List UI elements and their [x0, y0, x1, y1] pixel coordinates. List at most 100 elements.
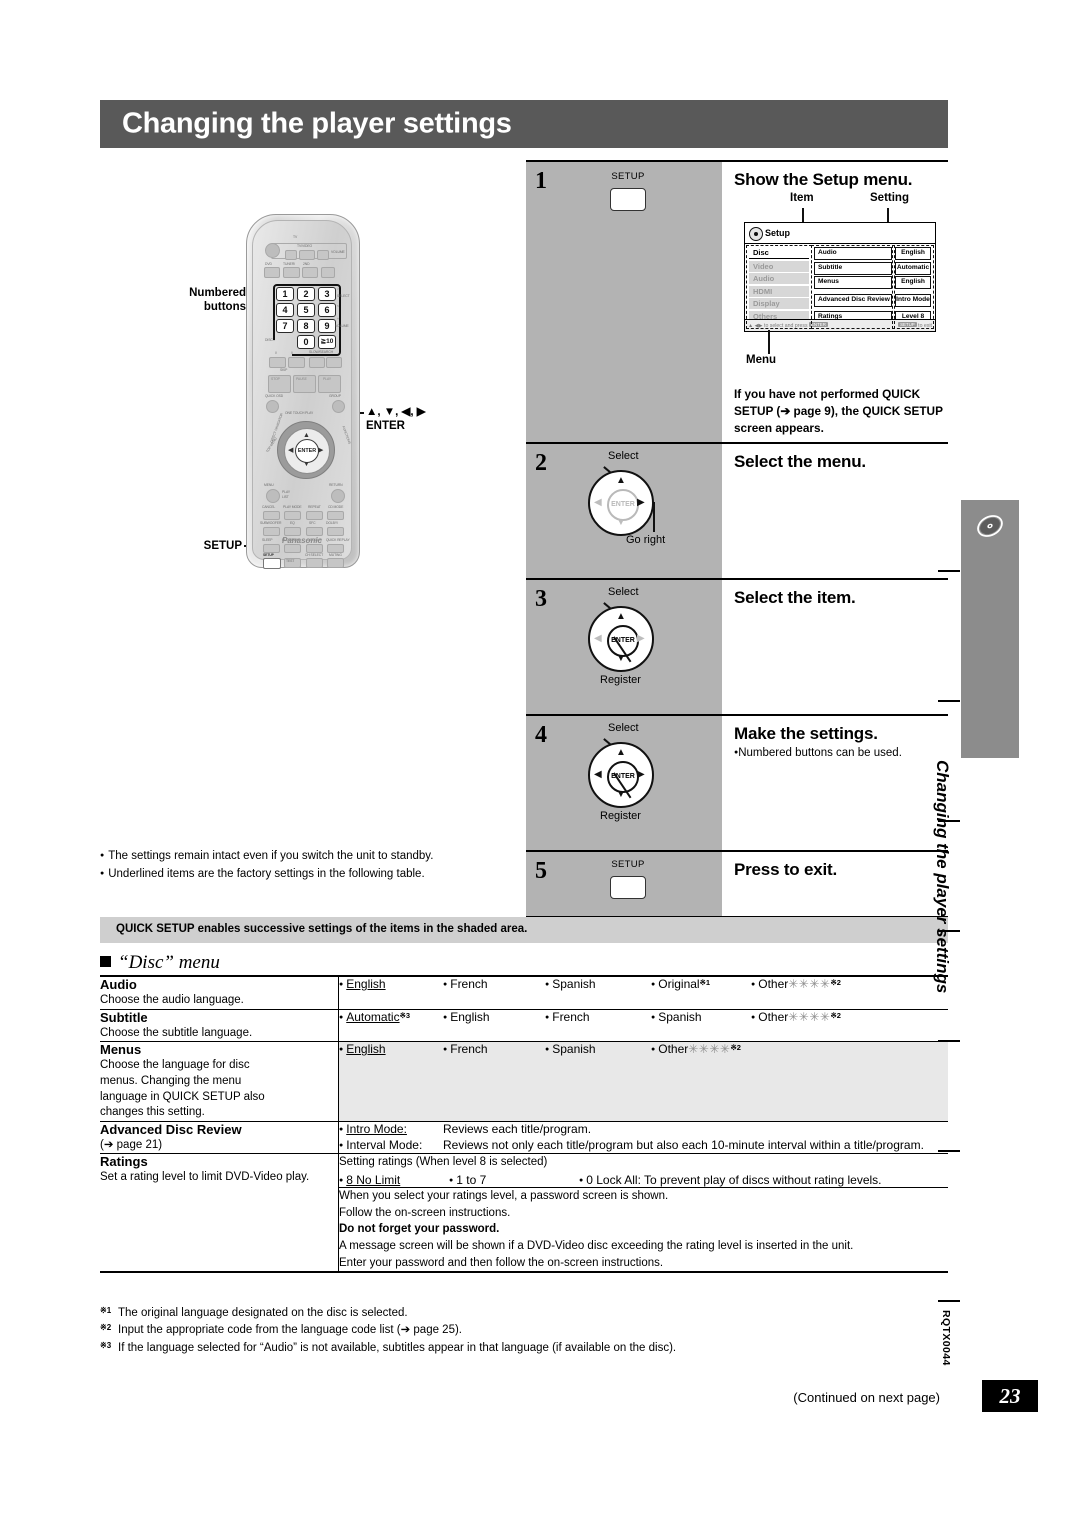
- step-5-setup-key[interactable]: [610, 876, 646, 899]
- step-row-3: 3 Select ENTER ▲ ▼ ◀ ▶ Register Select t…: [526, 578, 948, 714]
- quick-setup-banner-text: QUICK SETUP enables successive settings …: [116, 923, 528, 935]
- chapter-vertical-title: Changing the player settings: [933, 760, 952, 994]
- step-4-sub: ●Numbered buttons can be used.: [734, 747, 902, 759]
- remote-up-arrow-icon[interactable]: ▲: [303, 432, 310, 439]
- option[interactable]: English: [339, 1042, 443, 1056]
- definition-row[interactable]: Intro Mode: Reviews each title/program.: [339, 1122, 948, 1136]
- remote-search-fwd-button: [326, 357, 342, 368]
- option[interactable]: Original※1: [651, 977, 751, 991]
- num-key-1[interactable]: 1: [276, 287, 294, 301]
- step-1-key-label: SETUP: [611, 171, 645, 182]
- num-key-0[interactable]: 0: [297, 335, 315, 349]
- remote-cursor-pad[interactable]: ENTER ▲ ▼ ◀ ▶: [277, 421, 335, 479]
- footnote: ※3 If the language selected for “Audio” …: [100, 1340, 860, 1357]
- remote-enter-button[interactable]: ENTER: [295, 439, 319, 463]
- table-cell-options: Setting ratings (When level 8 is selecte…: [338, 1153, 948, 1189]
- step-5-key-label: SETUP: [611, 859, 645, 870]
- num-key-4[interactable]: 4: [276, 303, 294, 317]
- step-4-jog-top-label: Select: [608, 722, 639, 734]
- options-row: Automatic※3 English French Spanish Other…: [339, 1010, 948, 1024]
- num-key-9[interactable]: 9: [318, 319, 336, 333]
- step-4-right-arrow-icon[interactable]: ▶: [637, 770, 645, 780]
- option[interactable]: English: [339, 977, 443, 991]
- num-key-2[interactable]: 2: [297, 287, 315, 301]
- table-cell-body: When you select your ratings level, a pa…: [338, 1187, 948, 1274]
- step-2-down-arrow-icon[interactable]: ▼: [616, 518, 626, 528]
- step-4-cursor-pad[interactable]: ENTER ▲ ▼ ◀ ▶: [588, 742, 654, 808]
- doc-code: RQTX0044: [940, 1310, 952, 1366]
- step-1-heading: Show the Setup menu.: [734, 170, 913, 189]
- disc-icon: [977, 515, 1003, 537]
- step-3-left-arrow-icon[interactable]: ◀: [594, 634, 602, 644]
- step-1-setup-key[interactable]: [610, 188, 646, 211]
- ratings-body-line: A message screen will be shown if a DVD-…: [339, 1240, 854, 1253]
- step-4-left-arrow-icon[interactable]: ◀: [594, 770, 602, 780]
- remote-right-arrow-icon[interactable]: ▶: [318, 447, 323, 454]
- remote-repeat-button: [306, 511, 323, 520]
- step-4-up-arrow-icon[interactable]: ▲: [616, 748, 626, 758]
- remote-setup-button[interactable]: [263, 558, 281, 569]
- remote-quick-replay-button: [327, 544, 344, 553]
- num-key-over10[interactable]: ≧10: [318, 335, 336, 349]
- remote-sfc-music-button: [306, 527, 323, 536]
- step-3-right-arrow-icon[interactable]: ▶: [637, 634, 645, 644]
- step-1-note: If you have not performed QUICK SETUP (➔…: [734, 387, 943, 435]
- option[interactable]: 0 Lock All: To prevent play of discs wit…: [579, 1173, 881, 1187]
- num-key-6[interactable]: 6: [318, 303, 336, 317]
- footnote-mark: ※2: [100, 1323, 112, 1333]
- options-row: English French Spanish Original※1 Other✳…: [339, 977, 948, 991]
- option[interactable]: Other✳✳✳✳※2: [751, 1010, 841, 1024]
- page-title: Changing the player settings: [122, 107, 512, 140]
- option[interactable]: French: [443, 977, 545, 991]
- table-cell-name: Ratings Set a rating level to limit DVD-…: [100, 1153, 339, 1274]
- num-key-8[interactable]: 8: [297, 319, 315, 333]
- option[interactable]: English: [443, 1010, 545, 1024]
- remote-fl-display-button: [284, 544, 301, 553]
- step-2-text: Select the menu.: [722, 444, 948, 578]
- ratings-body-line-bold: Do not forget your password.: [339, 1223, 500, 1236]
- step-2-up-arrow-icon[interactable]: ▲: [616, 476, 626, 486]
- option[interactable]: 1 to 7: [449, 1173, 579, 1187]
- step-3-cursor-pad[interactable]: ENTER ▲ ▼ ◀ ▶: [588, 606, 654, 672]
- step-2-number: 2: [535, 450, 547, 476]
- num-key-7[interactable]: 7: [276, 319, 294, 333]
- option[interactable]: Other✳✳✳✳※2: [651, 1042, 741, 1056]
- option[interactable]: French: [443, 1042, 545, 1056]
- remote-cd-mode-button: [327, 511, 344, 520]
- option[interactable]: Automatic※3: [339, 1010, 443, 1024]
- num-key-3[interactable]: 3: [318, 287, 336, 301]
- option[interactable]: Other✳✳✳✳※2: [751, 977, 841, 991]
- definition-row[interactable]: Interval Mode: Reviews not only each tit…: [339, 1138, 948, 1152]
- step-4-heading: Make the settings.: [734, 724, 878, 743]
- table-cell-name: Subtitle Choose the subtitle language.: [100, 1009, 339, 1042]
- option[interactable]: Spanish: [545, 1042, 651, 1056]
- ratings-intro: Setting ratings (When level 8 is selecte…: [339, 1156, 548, 1169]
- remote-left-arrow-icon[interactable]: ◀: [288, 447, 293, 454]
- remote-skip-fwd-button: [288, 357, 305, 368]
- steps-panel: 1 SETUP Show the Setup menu. Item Settin…: [526, 160, 948, 918]
- option[interactable]: Spanish: [651, 1010, 751, 1024]
- remote-search-back-button: [309, 357, 325, 368]
- option[interactable]: French: [545, 1010, 651, 1024]
- option[interactable]: Spanish: [545, 977, 651, 991]
- remote-down-arrow-icon[interactable]: ▼: [303, 461, 310, 468]
- step-3-number: 3: [535, 586, 547, 612]
- step-5-text: Press to exit.: [722, 852, 948, 916]
- option[interactable]: 8 No Limit: [339, 1173, 449, 1187]
- step-3-down-arrow-icon[interactable]: ▼: [616, 654, 626, 664]
- step-3-up-arrow-icon[interactable]: ▲: [616, 612, 626, 622]
- remote-brand-label: Panasonic: [281, 536, 322, 545]
- step-2-left-arrow-icon[interactable]: ◀: [594, 498, 602, 508]
- remote-tuner-band-button: [283, 267, 300, 278]
- footnote: ※2 Input the appropriate code from the l…: [100, 1322, 860, 1339]
- step-row-2: 2 Select ENTER ▲ ▼ ◀ ▶ Go right Select t…: [526, 442, 948, 578]
- row-desc: (➔ page 21): [100, 1138, 163, 1151]
- remote-dvd-button: [264, 267, 280, 278]
- step-4-down-arrow-icon[interactable]: ▼: [616, 790, 626, 800]
- remote-skip-back-button: [269, 357, 286, 368]
- step-2-cursor-pad[interactable]: ENTER ▲ ▼ ◀ ▶: [588, 470, 654, 536]
- numbered-buttons-group[interactable]: 1 2 3 4 5 6 7 8 9 0 ≧10: [276, 287, 336, 349]
- setup-menu-screenshot: Setup Disc Video Audio HDMI Display Othe…: [744, 222, 936, 332]
- num-key-5[interactable]: 5: [297, 303, 315, 317]
- step-2-right-arrow-icon[interactable]: ▶: [637, 498, 645, 508]
